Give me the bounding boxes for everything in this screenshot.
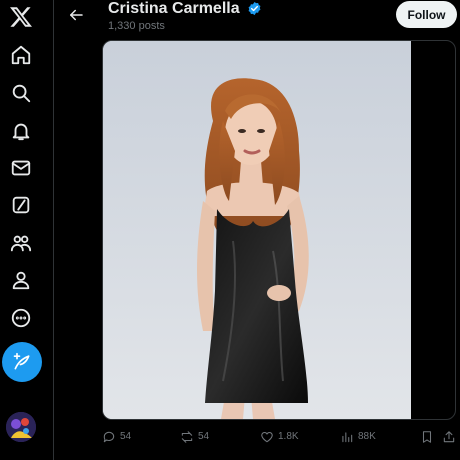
verified-badge-icon — [248, 1, 261, 15]
heart-icon — [261, 432, 273, 443]
follow-button[interactable]: Follow — [396, 1, 457, 28]
home-icon[interactable] — [4, 38, 38, 72]
view-count: 88K — [358, 431, 376, 442]
grok-icon[interactable] — [4, 188, 38, 222]
views-button[interactable]: 88K — [340, 426, 376, 448]
bookmark-button[interactable] — [420, 426, 438, 448]
arrow-left-icon — [70, 9, 83, 21]
post-count: 1,330 posts — [108, 20, 165, 33]
bookmark-icon — [422, 431, 432, 443]
left-nav — [0, 0, 54, 460]
x-logo-icon[interactable] — [4, 0, 38, 34]
reply-button[interactable]: 54 — [102, 426, 131, 448]
post-header: Cristina Carmella 1,330 posts Follow — [55, 0, 460, 34]
post-actions: 54 54 1.8K 88K — [102, 426, 460, 448]
compose-post-button[interactable] — [2, 342, 42, 382]
compose-post-icon — [13, 352, 30, 370]
notifications-icon[interactable] — [4, 114, 38, 148]
repost-icon — [181, 431, 193, 443]
like-count: 1.8K — [278, 431, 299, 442]
profile-icon[interactable] — [4, 263, 38, 297]
avatar[interactable] — [6, 412, 36, 442]
like-button[interactable]: 1.8K — [260, 426, 299, 448]
messages-icon[interactable] — [4, 151, 38, 185]
profile-name[interactable]: Cristina Carmella — [108, 0, 240, 18]
reply-count: 54 — [120, 431, 132, 442]
post-media[interactable] — [102, 40, 456, 420]
more-icon[interactable] — [4, 301, 38, 335]
communities-icon[interactable] — [4, 226, 38, 260]
profile-title: Cristina Carmella 1,330 posts — [108, 0, 262, 33]
share-button[interactable] — [442, 426, 460, 448]
reply-icon — [103, 431, 115, 443]
repost-button[interactable]: 54 — [180, 426, 209, 448]
post-photo[interactable] — [103, 41, 411, 419]
repost-count: 54 — [198, 431, 210, 442]
analytics-icon — [342, 432, 353, 443]
explore-icon[interactable] — [4, 76, 38, 110]
share-icon — [443, 431, 455, 443]
back-button[interactable] — [63, 2, 89, 28]
woman-black-dress-photo — [103, 41, 411, 419]
